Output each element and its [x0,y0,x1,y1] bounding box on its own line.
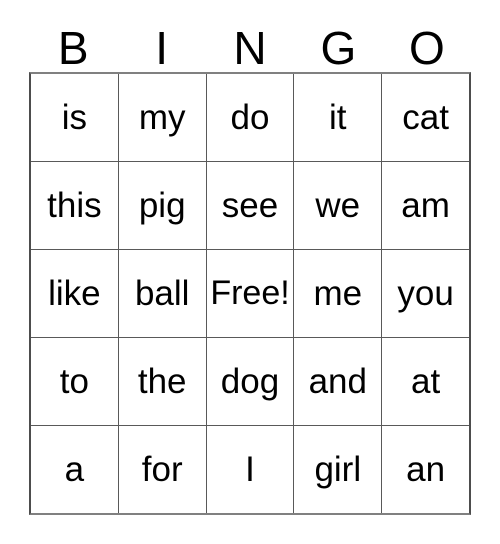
bingo-row-5: a for I girl an [31,425,469,513]
bingo-cell-i5[interactable]: for [117,426,206,513]
bingo-cell-o2[interactable]: am [381,162,469,249]
bingo-header-letter-n: N [233,22,267,74]
bingo-row-1: is my do it cat [31,74,469,161]
bingo-header-row: B I N G O [29,22,471,72]
bingo-cell-free-space[interactable]: Free! [205,250,294,337]
bingo-card: B I N G O is my do it cat this pig see w… [29,22,471,515]
bingo-header-letter-b: B [57,22,89,74]
bingo-cell-b1[interactable]: is [31,74,118,161]
bingo-cell-o5[interactable]: an [381,426,469,513]
bingo-cell-o4[interactable]: at [381,338,469,425]
bingo-cell-i4[interactable]: the [117,338,206,425]
bingo-cell-g1[interactable]: it [293,74,382,161]
bingo-header-letter-i: I [155,22,168,74]
bingo-cell-g2[interactable]: we [293,162,382,249]
bingo-cell-b2[interactable]: this [31,162,118,249]
bingo-cell-i3[interactable]: ball [117,250,206,337]
bingo-cell-n1[interactable]: do [205,74,294,161]
bingo-header-letter-g: G [320,22,357,74]
bingo-grid: is my do it cat this pig see we am like … [29,72,471,515]
bingo-header-letter-o: O [408,22,445,74]
bingo-row-2: this pig see we am [31,161,469,249]
bingo-cell-g3[interactable]: me [293,250,382,337]
bingo-cell-o3[interactable]: you [381,250,469,337]
bingo-row-3: like ball Free! me you [31,249,469,337]
bingo-cell-b4[interactable]: to [31,338,118,425]
bingo-cell-b5[interactable]: a [31,426,118,513]
bingo-cell-n2[interactable]: see [205,162,294,249]
bingo-cell-n4[interactable]: dog [205,338,294,425]
bingo-row-4: to the dog and at [31,337,469,425]
bingo-cell-o1[interactable]: cat [381,74,469,161]
bingo-cell-b3[interactable]: like [31,250,118,337]
bingo-cell-g5[interactable]: girl [293,426,382,513]
bingo-cell-g4[interactable]: and [293,338,382,425]
bingo-cell-n5[interactable]: I [205,426,294,513]
bingo-cell-i1[interactable]: my [117,74,206,161]
bingo-cell-i2[interactable]: pig [117,162,206,249]
